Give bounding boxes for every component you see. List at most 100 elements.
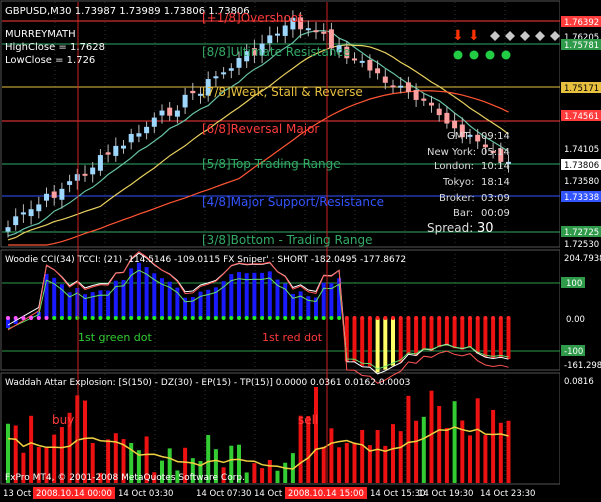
tokyo-value: 18:14 bbox=[481, 177, 510, 188]
buy-label: buy bbox=[52, 413, 74, 427]
level-label-7-8: [7/8]Weak, Stall & Reverse bbox=[202, 85, 363, 99]
broker-value: 03:09 bbox=[481, 193, 510, 204]
cci-zero-dot bbox=[67, 316, 72, 320]
candle-body bbox=[105, 152, 111, 155]
candle-body bbox=[151, 117, 157, 127]
candle-body bbox=[74, 174, 80, 181]
explosion-bar bbox=[321, 446, 326, 483]
cci-histogram-bar bbox=[491, 318, 496, 359]
cci-zero-dot bbox=[260, 316, 265, 320]
cci-zero-dot bbox=[113, 316, 118, 320]
candle-body bbox=[436, 108, 442, 116]
cci-histogram-bar bbox=[437, 318, 442, 348]
candle-body bbox=[144, 126, 150, 134]
cci-zero-dot bbox=[383, 316, 388, 320]
candle-body bbox=[167, 107, 173, 116]
candle-body bbox=[429, 102, 434, 106]
cci-zero-dot bbox=[360, 316, 365, 320]
candle-body bbox=[382, 76, 388, 83]
explosion-bar bbox=[244, 472, 249, 483]
first-red-dot-label: 1st red dot bbox=[262, 331, 323, 344]
cci-zero-dot bbox=[59, 316, 64, 320]
candle-body bbox=[128, 133, 134, 143]
cci-zero-dot bbox=[475, 316, 480, 320]
cci-zero-dot bbox=[198, 316, 203, 320]
cci-histogram-bar bbox=[398, 318, 403, 363]
explosion-bar bbox=[267, 459, 272, 483]
explosion-bar bbox=[491, 409, 496, 483]
cci-zero-dot bbox=[13, 316, 18, 320]
candle-body bbox=[413, 89, 419, 100]
cci-zero-dot bbox=[229, 316, 234, 320]
mt4-chart-window[interactable]: GBPUSD,M30 1.73987 1.73989 1.73806 1.738… bbox=[0, 0, 601, 502]
candle-body bbox=[390, 85, 396, 88]
explosion-bar bbox=[406, 395, 411, 483]
candle-body bbox=[190, 90, 196, 94]
cci-zero-dot bbox=[398, 316, 403, 320]
cci-histogram-bar bbox=[406, 318, 411, 355]
candle-body bbox=[59, 188, 65, 200]
level-label-5-8: [5/8]Top Trading Range bbox=[202, 157, 341, 171]
candle-body bbox=[36, 204, 42, 212]
candle-body bbox=[444, 112, 450, 124]
explosion-bar bbox=[483, 435, 488, 483]
explosion-bar bbox=[421, 416, 426, 483]
candle-body bbox=[452, 120, 458, 129]
time-label: 14 Oct 07:30 bbox=[196, 489, 251, 499]
cci-histogram-bar bbox=[506, 318, 511, 360]
cci-zero-dot bbox=[21, 316, 26, 320]
cci-zero-dot bbox=[391, 316, 395, 320]
candle-body bbox=[359, 60, 365, 63]
price-label: 1.74561 bbox=[564, 112, 599, 122]
candle-body bbox=[159, 110, 165, 116]
cci-zero-dot bbox=[414, 316, 419, 320]
london-label: London: bbox=[434, 161, 474, 172]
cci-zero-dot bbox=[290, 316, 295, 320]
down-arrow-icon: ⬇ bbox=[452, 28, 464, 44]
waddah-axis-top: 0.0816 bbox=[564, 377, 594, 387]
explosion-bar bbox=[414, 420, 419, 483]
candle-body bbox=[67, 181, 73, 185]
cci-histogram-bar bbox=[483, 318, 488, 358]
cci-zero-dot bbox=[106, 316, 111, 320]
bar-label: Bar: bbox=[453, 208, 473, 219]
cci-axis-label: 0.00 bbox=[566, 315, 585, 325]
explosion-bar bbox=[252, 463, 257, 483]
indicator-name: MURREYMATH bbox=[5, 29, 76, 40]
high-close: HighClose = 1.7628 bbox=[5, 42, 105, 53]
time-axis: 13 Oct 2008 2008.10.14 00:00 14 Oct 03:3… bbox=[3, 487, 535, 499]
copyright: FxPro MT4, © 2001-2008 MetaQuotes Softwa… bbox=[5, 473, 245, 483]
cci-zero-dot bbox=[52, 316, 57, 320]
cci-histogram-bar bbox=[360, 318, 365, 366]
candle-body bbox=[44, 193, 49, 201]
cci-zero-dot bbox=[460, 316, 465, 320]
explosion-bar bbox=[360, 429, 365, 483]
candle-body bbox=[174, 110, 180, 117]
candle-body bbox=[267, 35, 273, 44]
cci-zero-dot bbox=[221, 316, 226, 320]
cci-zero-dot bbox=[6, 316, 10, 320]
cci-histogram-bar bbox=[421, 318, 426, 350]
candle-body bbox=[313, 30, 319, 33]
cci-histogram-bar bbox=[383, 318, 388, 370]
cci-histogram-bar bbox=[460, 318, 465, 350]
cci-zero-dot bbox=[437, 316, 442, 320]
cci-zero-dot bbox=[483, 316, 488, 320]
cci-axis-label: -161.2980 bbox=[564, 361, 601, 371]
price-label: 1.73806 bbox=[564, 161, 599, 171]
cci-zero-dot bbox=[452, 316, 457, 320]
candle-body bbox=[228, 68, 234, 71]
cci-zero-dot bbox=[329, 316, 334, 320]
price-label: 1.75171 bbox=[564, 84, 599, 94]
price-label: 1.75781 bbox=[564, 41, 599, 51]
price-label: 1.72725 bbox=[564, 228, 599, 238]
cci-zero-dot bbox=[298, 316, 303, 320]
price-label: 1.74105 bbox=[564, 145, 599, 155]
level-label-3-8: [3/8]Bottom - Trading Range bbox=[202, 233, 373, 247]
tokyo-label: Tokyo: bbox=[442, 177, 474, 188]
candle-body bbox=[136, 133, 142, 137]
candle-body bbox=[367, 59, 373, 71]
explosion-bar bbox=[452, 401, 457, 483]
cci-zero-dot bbox=[144, 316, 149, 320]
bar-value: 00:09 bbox=[481, 208, 510, 219]
